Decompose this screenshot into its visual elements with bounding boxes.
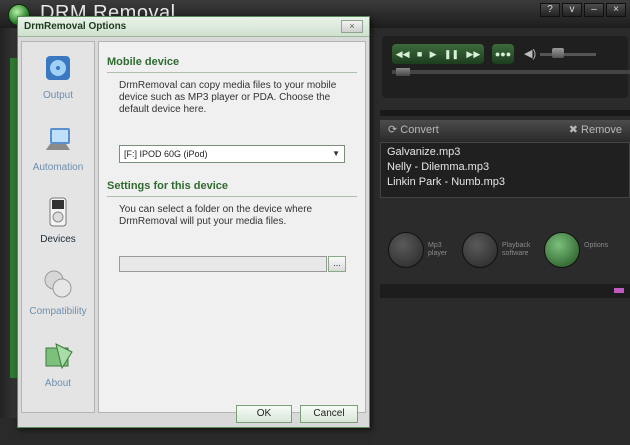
dialog-titlebar: DrmRemoval Options × [18, 17, 369, 37]
player-bar: ◀◀ ■ ▶ ❚❚ ▶▶ ●●● ◀) [382, 36, 630, 98]
remove-label: Remove [581, 124, 622, 136]
remove-button[interactable]: ✖ Remove [569, 123, 622, 136]
pause-button[interactable]: ❚❚ [444, 49, 459, 60]
mp3-player-icon [388, 232, 424, 268]
playback-software-icon [462, 232, 498, 268]
device-select-value: [F:] IPOD 60G (iPod) [124, 149, 208, 159]
play-button[interactable]: ▶ [430, 49, 437, 60]
help-button[interactable]: ? [540, 3, 560, 17]
playback-controls: ◀◀ ■ ▶ ❚❚ ▶▶ [392, 44, 484, 64]
menu-button[interactable]: v [562, 3, 582, 17]
rewind-button[interactable]: ◀◀ [396, 49, 410, 60]
options-tools-icon [544, 232, 580, 268]
sidebar-label-compatibility: Compatibility [29, 306, 87, 317]
minimize-button[interactable]: – [584, 3, 604, 17]
ipod-icon [49, 197, 67, 227]
browse-button[interactable]: ... [328, 256, 346, 272]
volume-slider[interactable] [540, 53, 596, 56]
mp3-player-button[interactable]: Mp3 player [388, 232, 458, 276]
volume-icon: ◀) [524, 48, 537, 60]
ok-button[interactable]: OK [236, 405, 292, 423]
sidebar-item-about[interactable]: About [22, 338, 94, 398]
sidebar-label-output: Output [42, 90, 74, 101]
settings-heading: Settings for this device [107, 180, 229, 192]
options-button[interactable]: Options [544, 232, 614, 276]
playback-software-button[interactable]: Playback software [462, 232, 532, 276]
section-divider [107, 196, 357, 197]
list-item[interactable]: Linkin Park - Numb.mp3 [381, 176, 505, 191]
sidebar-label-about: About [44, 378, 72, 389]
convert-button[interactable]: ⟳ Convert [388, 123, 439, 136]
sidebar-item-automation[interactable]: Automation [22, 122, 94, 182]
device-select[interactable]: [F:] IPOD 60G (iPod) ▼ [119, 145, 345, 163]
options-label: Options [584, 242, 609, 249]
dialog-close-button[interactable]: × [341, 20, 363, 33]
settings-description: You can select a folder on the device wh… [119, 204, 313, 227]
sidebar-item-compatibility[interactable]: Compatibility [22, 266, 94, 326]
folder-path-input[interactable] [119, 256, 327, 272]
file-list[interactable]: Galvanize.mp3 Nelly - Dilemma.mp3 Linkin… [380, 142, 630, 198]
list-header: ⟳ Convert ✖ Remove [380, 120, 630, 140]
status-band [380, 284, 630, 298]
chevron-down-icon: ▼ [332, 149, 340, 158]
cancel-button[interactable]: Cancel [300, 405, 358, 423]
output-icon [46, 56, 70, 80]
sidebar-label-devices: Devices [40, 234, 76, 245]
list-item[interactable]: Galvanize.mp3 [381, 146, 505, 161]
mobile-device-heading: Mobile device [107, 56, 180, 68]
dialog-title: DrmRemoval Options [24, 21, 127, 32]
options-sidebar: Output Automation Devices Compatibility … [21, 41, 95, 413]
stop-button[interactable]: ■ [417, 49, 422, 59]
mobile-device-description: DrmRemoval can copy media files to your … [119, 80, 337, 115]
sidebar-label-automation: Automation [32, 162, 84, 173]
automation-icon [46, 128, 70, 150]
main-panel: ◀◀ ■ ▶ ❚❚ ▶▶ ●●● ◀) ⟳ Convert ✖ Remove G… [372, 28, 630, 445]
seek-bar[interactable] [392, 70, 630, 74]
tools-row: Mp3 player Playback software Options [380, 228, 630, 280]
mp3-player-label: Mp3 player [428, 242, 448, 257]
pink-indicator [614, 288, 624, 293]
options-dialog: DrmRemoval Options × Output Automation D… [17, 16, 370, 428]
convert-label: Convert [400, 124, 439, 136]
playback-software-label: Playback software [502, 242, 531, 257]
drm-removal-window: DRM Removal ? v – × ◀◀ ■ ▶ ❚❚ ▶▶ ●●● ◀) [0, 0, 630, 445]
sidebar-item-output[interactable]: Output [22, 50, 94, 110]
devices-panel: Mobile device DrmRemoval can copy media … [98, 41, 366, 413]
window-controls: ? v – × [540, 3, 626, 17]
compatibility-icon [44, 270, 72, 298]
list-item[interactable]: Nelly - Dilemma.mp3 [381, 161, 505, 176]
sidebar-item-devices[interactable]: Devices [22, 194, 94, 254]
more-button[interactable]: ●●● [492, 44, 514, 64]
seek-knob[interactable] [396, 68, 410, 76]
section-divider [107, 72, 357, 73]
forward-button[interactable]: ▶▶ [466, 49, 480, 60]
about-icon [45, 343, 73, 370]
volume-knob[interactable] [552, 48, 564, 58]
close-button[interactable]: × [606, 3, 626, 17]
divider [380, 110, 630, 116]
